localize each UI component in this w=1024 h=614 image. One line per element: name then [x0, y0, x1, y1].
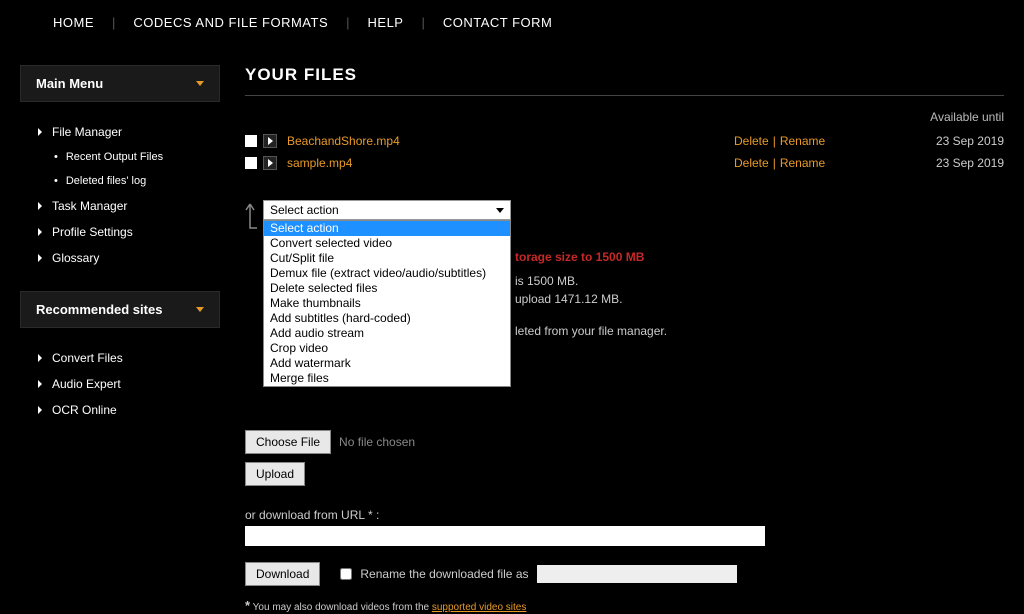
recommended-list: Convert Files Audio Expert OCR Online: [20, 340, 220, 443]
sidebar: Main Menu File Manager Recent Output Fil…: [20, 65, 220, 613]
sidebar-item-file-manager[interactable]: File Manager: [38, 119, 220, 145]
file-checkbox[interactable]: [245, 157, 257, 169]
arrow-up-icon: [243, 202, 257, 235]
rename-link[interactable]: Rename: [780, 134, 825, 148]
file-row: sample.mp4 Delete | Rename 23 Sep 2019: [245, 152, 1004, 174]
dropdown-option[interactable]: Make thumbnails: [264, 296, 510, 311]
play-icon[interactable]: [263, 134, 277, 148]
file-date: 23 Sep 2019: [914, 156, 1004, 170]
main-content: YOUR FILES Available until BeachandShore…: [220, 65, 1004, 613]
file-name[interactable]: sample.mp4: [287, 156, 734, 170]
upload-section: Choose File No file chosen Upload or dow…: [245, 430, 1004, 613]
sidebar-item-audio-expert[interactable]: Audio Expert: [38, 371, 220, 397]
no-file-label: No file chosen: [339, 435, 415, 449]
nav-home[interactable]: HOME: [35, 15, 112, 30]
nav-help[interactable]: HELP: [350, 15, 422, 30]
main-menu-label: Main Menu: [36, 76, 103, 91]
sidebar-item-profile-settings[interactable]: Profile Settings: [38, 219, 220, 245]
file-row: BeachandShore.mp4 Delete | Rename 23 Sep…: [245, 130, 1004, 152]
main-menu-header[interactable]: Main Menu: [20, 65, 220, 102]
file-date: 23 Sep 2019: [914, 134, 1004, 148]
download-button[interactable]: Download: [245, 562, 320, 586]
dropdown-option[interactable]: Cut/Split file: [264, 251, 510, 266]
rename-link[interactable]: Rename: [780, 156, 825, 170]
dropdown-option[interactable]: Merge files: [264, 371, 510, 386]
upload-button[interactable]: Upload: [245, 462, 305, 486]
caret-right-icon: [38, 380, 42, 388]
sidebar-item-glossary[interactable]: Glossary: [38, 245, 220, 271]
dropdown-option[interactable]: Delete selected files: [264, 281, 510, 296]
rename-input[interactable]: [537, 565, 737, 583]
dropdown-option[interactable]: Demux file (extract video/audio/subtitle…: [264, 266, 510, 281]
delete-link[interactable]: Delete: [734, 134, 769, 148]
nav-codecs[interactable]: CODECS AND FILE FORMATS: [115, 15, 346, 30]
delete-link[interactable]: Delete: [734, 156, 769, 170]
caret-right-icon: [38, 406, 42, 414]
dropdown-option[interactable]: Add watermark: [264, 356, 510, 371]
supported-sites-link[interactable]: supported video sites: [432, 602, 527, 613]
action-dropdown: Select action Convert selected video Cut…: [263, 220, 511, 387]
select-value: Select action: [270, 203, 339, 217]
sidebar-item-recent-output[interactable]: Recent Output Files: [54, 145, 220, 169]
recommended-label: Recommended sites: [36, 302, 162, 317]
file-name[interactable]: BeachandShore.mp4: [287, 134, 734, 148]
rename-label: Rename the downloaded file as: [360, 567, 528, 581]
available-until-label: Available until: [245, 110, 1004, 124]
sidebar-item-convert-files[interactable]: Convert Files: [38, 345, 220, 371]
dropdown-option[interactable]: Convert selected video: [264, 236, 510, 251]
main-menu-list: File Manager Recent Output Files Deleted…: [20, 114, 220, 291]
chevron-down-icon: [196, 307, 204, 312]
choose-file-button[interactable]: Choose File: [245, 430, 331, 454]
select-action-area: Select action Select action Convert sele…: [245, 200, 1004, 220]
action-select[interactable]: Select action: [263, 200, 511, 220]
file-checkbox[interactable]: [245, 135, 257, 147]
recommended-header[interactable]: Recommended sites: [20, 291, 220, 328]
url-label: or download from URL * :: [245, 508, 1004, 522]
dropdown-option[interactable]: Crop video: [264, 341, 510, 356]
page-title: YOUR FILES: [245, 65, 1004, 96]
dropdown-option[interactable]: Select action: [264, 221, 510, 236]
caret-right-icon: [38, 354, 42, 362]
play-icon[interactable]: [263, 156, 277, 170]
url-input[interactable]: [245, 526, 765, 546]
dropdown-option[interactable]: Add audio stream: [264, 326, 510, 341]
dropdown-option[interactable]: Add subtitles (hard-coded): [264, 311, 510, 326]
chevron-down-icon: [196, 81, 204, 86]
sidebar-item-task-manager[interactable]: Task Manager: [38, 193, 220, 219]
rename-checkbox[interactable]: [340, 568, 352, 580]
caret-right-icon: [38, 228, 42, 236]
sidebar-item-deleted-log[interactable]: Deleted files' log: [54, 169, 220, 193]
footnote: * You may also download videos from the …: [245, 598, 1004, 613]
top-nav: HOME | CODECS AND FILE FORMATS | HELP | …: [0, 0, 1024, 45]
sidebar-item-ocr-online[interactable]: OCR Online: [38, 397, 220, 423]
chevron-down-icon: [496, 208, 504, 213]
caret-right-icon: [38, 128, 42, 136]
nav-contact[interactable]: CONTACT FORM: [425, 15, 571, 30]
caret-right-icon: [38, 202, 42, 210]
caret-right-icon: [38, 254, 42, 262]
